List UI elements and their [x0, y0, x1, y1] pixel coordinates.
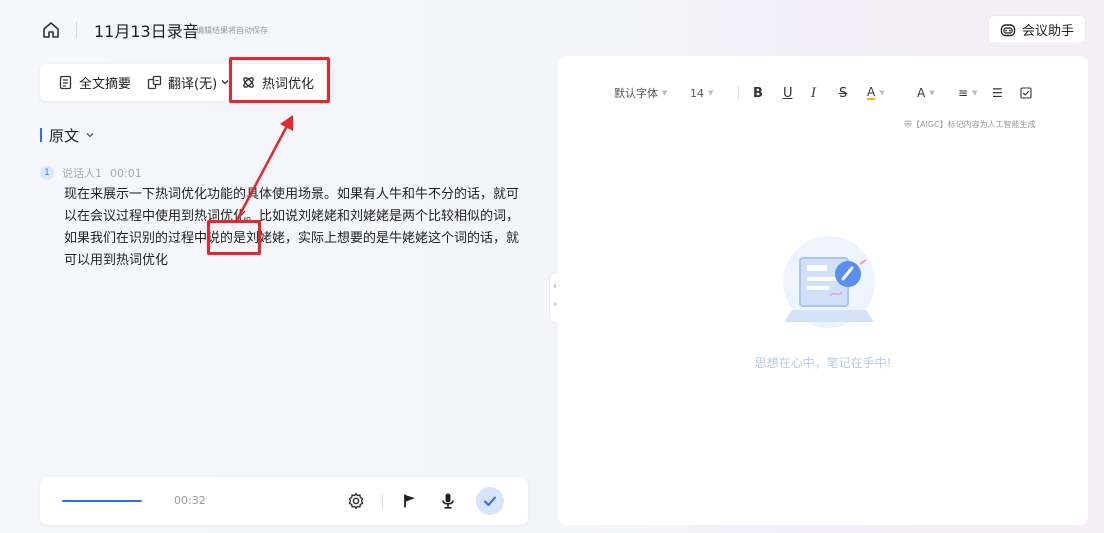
strikethrough-button[interactable]: S: [839, 85, 847, 101]
check-icon: [484, 496, 496, 506]
align-icon: ≡: [958, 86, 969, 100]
transcript-toolbar: 全文摘要 翻译(无) 热词优化: [40, 64, 332, 101]
underline-button[interactable]: U: [783, 85, 793, 101]
translate-label: 翻译(无): [168, 76, 218, 92]
font-color-button[interactable]: A ▼: [917, 85, 935, 101]
original-text-section-toggle[interactable]: 原文: [40, 126, 95, 145]
caret-down-icon: ▼: [879, 89, 885, 97]
highlight-icon: A: [867, 84, 876, 100]
hotword-optimize-button[interactable]: 热词优化: [241, 72, 314, 92]
translate-icon: [147, 75, 162, 89]
chevron-down-icon: [86, 133, 94, 138]
notes-editor: 默认字体 ▼ 14 ▼ B U I S A ▼ A ▼ ≡ ▼ ☰ 带【AIGC】标记内容…: [558, 56, 1088, 525]
full-summary-button[interactable]: 全文摘要: [58, 72, 131, 92]
caret-down-icon: ▼: [972, 89, 978, 97]
page-title: 11月13日录音: [94, 22, 199, 41]
player-divider: [382, 493, 383, 509]
hotword-label: 热词优化: [262, 76, 315, 92]
audio-player: 00:32: [40, 477, 528, 525]
assistant-robot-icon: [1000, 23, 1016, 36]
assistant-label: 会议助手: [1021, 24, 1074, 39]
header-divider: [76, 22, 77, 38]
checkbox-icon: [1020, 87, 1032, 99]
home-icon[interactable]: [41, 20, 61, 40]
chevron-right-icon: ›: [553, 299, 557, 310]
transcript-paragraph[interactable]: 现在来展示一下热词优化功能的具体使用场景。如果有人牛和牛不分的话，就可以在会议过…: [64, 184, 524, 272]
font-size-value: 14: [690, 86, 704, 100]
autosave-note: 编辑结果将自动保存: [196, 26, 268, 35]
segment-timestamp[interactable]: 00:01: [110, 167, 142, 180]
font-size-select[interactable]: 14 ▼: [690, 85, 713, 101]
editor-toolbar-divider: [738, 86, 739, 100]
header: 11月13日录音 编辑结果将自动保存 会议助手: [0, 0, 1104, 56]
playback-progress[interactable]: [62, 500, 142, 502]
empty-notes-illustration: [783, 236, 875, 328]
font-family-select[interactable]: 默认字体 ▼: [614, 85, 667, 101]
translate-dropdown[interactable]: 翻译(无): [147, 72, 230, 92]
speaker-name[interactable]: 说话人1: [62, 165, 102, 181]
document-icon: [59, 75, 72, 89]
chevron-down-icon: [221, 80, 229, 85]
caret-down-icon: ▼: [929, 89, 935, 97]
flag-icon[interactable]: [400, 491, 420, 511]
highlight-color-button[interactable]: A ▼: [867, 85, 885, 101]
font-family-value: 默认字体: [614, 87, 658, 100]
caret-down-icon: ▼: [662, 89, 668, 97]
hotword-icon: [243, 76, 254, 88]
summary-label: 全文摘要: [79, 76, 132, 92]
aigc-note: 带【AIGC】标记内容为人工智能生成: [904, 120, 1036, 129]
bullet-list-icon: ☰: [992, 86, 1003, 100]
todo-checkbox-button[interactable]: [1020, 85, 1032, 101]
confirm-check-button[interactable]: [476, 487, 504, 515]
bold-button[interactable]: B: [753, 85, 763, 101]
chevron-left-icon: ‹: [553, 281, 557, 292]
section-accent-bar: [40, 128, 42, 142]
bullet-list-button[interactable]: ☰: [992, 85, 1003, 101]
section-title: 原文: [49, 126, 80, 145]
playback-time: 00:32: [174, 494, 206, 507]
font-color-icon: A: [917, 86, 926, 100]
speaker-index-badge: 1: [40, 166, 54, 180]
settings-gear-icon[interactable]: [346, 491, 366, 511]
microphone-icon[interactable]: [438, 491, 458, 511]
speaker-row: 1 说话人1 00:01: [40, 165, 142, 181]
italic-button[interactable]: I: [811, 85, 816, 101]
align-button[interactable]: ≡ ▼: [958, 85, 977, 101]
caret-down-icon: ▼: [708, 89, 714, 97]
meeting-assistant-button[interactable]: 会议助手: [988, 15, 1086, 44]
empty-state-text: 思想在心中，笔记在手中!: [754, 356, 892, 370]
